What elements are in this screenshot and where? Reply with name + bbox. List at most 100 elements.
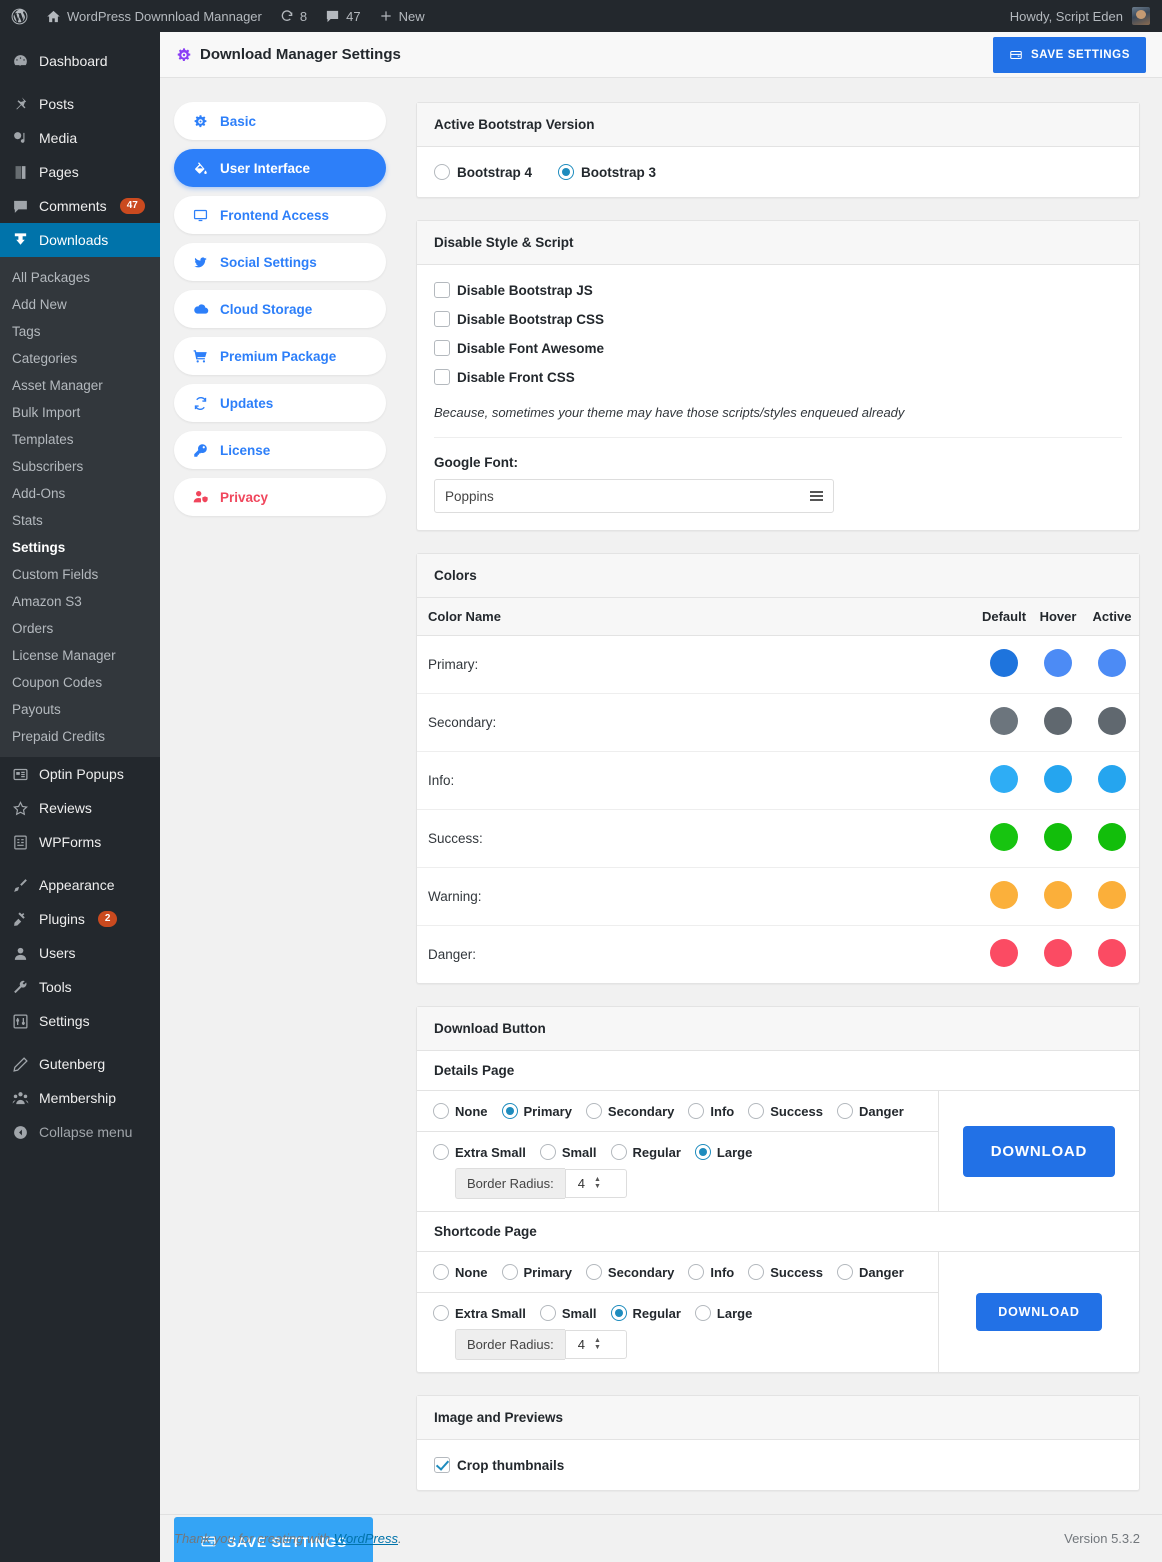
radio-indicator[interactable] [434,164,450,180]
radio-details-secondary[interactable]: Secondary [586,1103,674,1119]
radio-shortcode-small[interactable]: Small [540,1305,597,1321]
checkbox-indicator[interactable] [434,340,450,356]
sidebar-item-wpforms[interactable]: WPForms [0,825,160,859]
submenu-item-orders[interactable]: Orders [0,615,160,642]
sidebar-item-media[interactable]: Media [0,121,160,155]
radio-indicator[interactable] [540,1305,556,1321]
sidebar-item-collapse-menu[interactable]: Collapse menu [0,1115,160,1149]
checkbox-disable-font-awesome[interactable]: Disable Font Awesome [434,340,1122,356]
color-swatch[interactable] [1098,881,1126,909]
color-swatch[interactable] [1098,823,1126,851]
radio-indicator[interactable] [837,1264,853,1280]
sidebar-item-comments[interactable]: Comments 47 [0,189,160,223]
color-swatch[interactable] [990,939,1018,967]
checkbox-crop-thumbnails[interactable]: Crop thumbnails [434,1457,1122,1473]
radio-shortcode-none[interactable]: None [433,1264,488,1280]
sidebar-item-reviews[interactable]: Reviews [0,791,160,825]
color-swatch[interactable] [1044,649,1072,677]
color-swatch[interactable] [1044,881,1072,909]
radio-indicator[interactable] [611,1144,627,1160]
tab-premium-package[interactable]: Premium Package [174,337,386,375]
sidebar-item-membership[interactable]: Membership [0,1081,160,1115]
tab-frontend-access[interactable]: Frontend Access [174,196,386,234]
checkbox-indicator[interactable] [434,311,450,327]
color-swatch[interactable] [1098,707,1126,735]
color-swatch[interactable] [990,823,1018,851]
radio-shortcode-secondary[interactable]: Secondary [586,1264,674,1280]
radio-bootstrap-3[interactable]: Bootstrap 3 [558,164,656,180]
submenu-item-all-packages[interactable]: All Packages [0,264,160,291]
radio-indicator[interactable] [837,1103,853,1119]
radio-details-regular[interactable]: Regular [611,1144,681,1160]
color-swatch[interactable] [990,707,1018,735]
radio-indicator[interactable] [586,1264,602,1280]
sidebar-item-dashboard[interactable]: Dashboard [0,44,160,78]
radio-details-success[interactable]: Success [748,1103,823,1119]
radio-indicator[interactable] [688,1264,704,1280]
submenu-item-license-manager[interactable]: License Manager [0,642,160,669]
submenu-item-bulk-import[interactable]: Bulk Import [0,399,160,426]
sidebar-item-posts[interactable]: Posts [0,87,160,121]
radio-indicator[interactable] [433,1264,449,1280]
google-font-select[interactable]: Poppins [434,479,834,513]
sidebar-item-gutenberg[interactable]: Gutenberg [0,1047,160,1081]
sidebar-item-plugins[interactable]: Plugins 2 [0,902,160,936]
download-button-preview[interactable]: DOWNLOAD [976,1293,1101,1331]
submenu-item-asset-manager[interactable]: Asset Manager [0,372,160,399]
radio-shortcode-large[interactable]: Large [695,1305,752,1321]
radio-details-danger[interactable]: Danger [837,1103,904,1119]
number-stepper-icon[interactable]: ▲▼ [594,1177,601,1190]
tab-social-settings[interactable]: Social Settings [174,243,386,281]
color-swatch[interactable] [1098,765,1126,793]
radio-details-extra-small[interactable]: Extra Small [433,1144,526,1160]
radio-indicator[interactable] [748,1264,764,1280]
submenu-item-coupon-codes[interactable]: Coupon Codes [0,669,160,696]
updates-menu[interactable]: 8 [271,0,316,32]
submenu-item-templates[interactable]: Templates [0,426,160,453]
radio-details-small[interactable]: Small [540,1144,597,1160]
color-swatch[interactable] [1044,823,1072,851]
tab-cloud-storage[interactable]: Cloud Storage [174,290,386,328]
number-stepper-icon[interactable]: ▲▼ [594,1338,601,1351]
new-content-menu[interactable]: New [370,0,434,32]
submenu-item-prepaid-credits[interactable]: Prepaid Credits [0,723,160,750]
radio-indicator[interactable] [748,1103,764,1119]
radio-bootstrap-4[interactable]: Bootstrap 4 [434,164,532,180]
color-swatch[interactable] [1098,939,1126,967]
checkbox-indicator[interactable] [434,1457,450,1473]
border-radius-input[interactable]: 4 ▲▼ [565,1169,627,1198]
radio-indicator[interactable] [688,1103,704,1119]
tab-user-interface[interactable]: User Interface [174,149,386,187]
sidebar-item-pages[interactable]: Pages [0,155,160,189]
color-swatch[interactable] [990,881,1018,909]
checkbox-disable-front-css[interactable]: Disable Front CSS [434,369,1122,385]
radio-indicator[interactable] [433,1103,449,1119]
radio-details-large[interactable]: Large [695,1144,752,1160]
sidebar-item-optin-popups[interactable]: Optin Popups [0,757,160,791]
radio-shortcode-extra-small[interactable]: Extra Small [433,1305,526,1321]
sidebar-item-downloads[interactable]: Downloads [0,223,160,257]
checkbox-disable-bootstrap-js[interactable]: Disable Bootstrap JS [434,282,1122,298]
tab-basic[interactable]: Basic [174,102,386,140]
submenu-item-add-ons[interactable]: Add-Ons [0,480,160,507]
radio-indicator[interactable] [540,1144,556,1160]
radio-shortcode-success[interactable]: Success [748,1264,823,1280]
save-settings-button-top[interactable]: SAVE SETTINGS [993,37,1146,73]
radio-indicator[interactable] [695,1144,711,1160]
submenu-item-payouts[interactable]: Payouts [0,696,160,723]
submenu-item-add-new[interactable]: Add New [0,291,160,318]
color-swatch[interactable] [1098,649,1126,677]
radio-indicator[interactable] [611,1305,627,1321]
radio-indicator[interactable] [695,1305,711,1321]
sidebar-item-tools[interactable]: Tools [0,970,160,1004]
radio-details-info[interactable]: Info [688,1103,734,1119]
radio-indicator[interactable] [502,1103,518,1119]
radio-details-primary[interactable]: Primary [502,1103,572,1119]
site-name-menu[interactable]: WordPress Downnload Mannager [37,0,271,32]
tab-license[interactable]: License [174,431,386,469]
radio-indicator[interactable] [558,164,574,180]
checkbox-disable-bootstrap-css[interactable]: Disable Bootstrap CSS [434,311,1122,327]
submenu-item-settings[interactable]: Settings [0,534,160,561]
comments-menu[interactable]: 47 [316,0,369,32]
download-button-preview[interactable]: DOWNLOAD [963,1126,1115,1177]
